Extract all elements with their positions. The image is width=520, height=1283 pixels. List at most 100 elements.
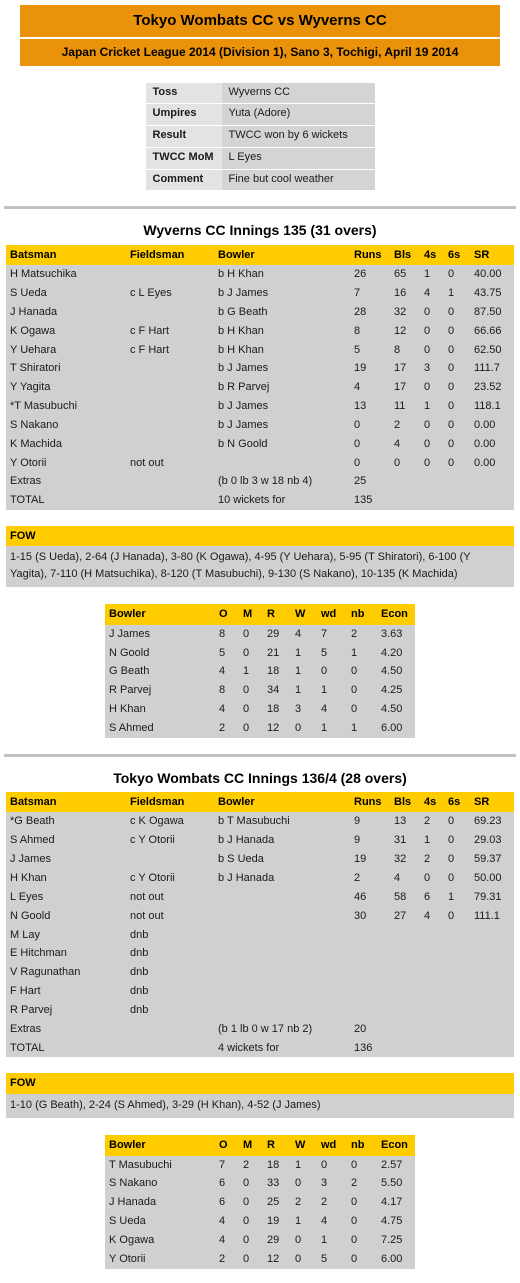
batting-cell-bowler (214, 1001, 350, 1020)
batting-cell-fours (420, 982, 444, 1001)
batting-column-header[interactable]: Runs (350, 244, 390, 266)
batting-column-header[interactable]: 4s (420, 244, 444, 266)
batting-cell-bls (390, 963, 420, 982)
bowling-column-header[interactable]: nb (347, 1135, 377, 1156)
batting-cell-fours: 0 (424, 418, 431, 431)
bowling-column-header[interactable]: nb (347, 604, 377, 625)
table-row: S Ahmed 2 0 12 0 1 1 6.00 (105, 719, 415, 738)
bowling-cell-wd: 4 (321, 703, 328, 716)
bowling-column-header[interactable]: W (291, 604, 317, 625)
batting-cell-fours: 0 (424, 305, 431, 318)
bowling-cell-econ: 4.17 (381, 1196, 403, 1209)
batting-cell-bls: 17 (394, 362, 407, 375)
table-row: J Hanada 6 0 25 2 2 0 4.17 (105, 1193, 415, 1212)
bowling-cell-wd: 1 (321, 1233, 328, 1246)
bowling-cell-bowler: T Masubuchi (109, 1158, 172, 1171)
bowling-column-header[interactable]: O (215, 1135, 239, 1156)
batting-column-header[interactable]: 6s (444, 244, 470, 266)
bowling-cell-nb: 0 (351, 684, 358, 697)
batting-cell-sixes (444, 926, 470, 945)
bowling-column-header[interactable]: wd (317, 1135, 347, 1156)
match-info-row: Toss Wyverns CC (145, 82, 375, 105)
batting-column-header[interactable]: Bowler (214, 792, 350, 813)
bowling-column-header[interactable]: wd (317, 604, 347, 625)
batting-cell-fours: 2 (424, 815, 431, 828)
bowling-section: Bowler O M R Wwd nb Econ J James 8 0 29 4 7 2 3.63 N Go… (0, 604, 520, 738)
table-row: F Hart dnb (6, 982, 514, 1001)
bowling-column-header[interactable]: O (215, 604, 239, 625)
batting-cell-bowler: b T Masubuchi (218, 815, 290, 828)
table-row: Y Otorii 2 0 12 0 5 0 6.00 (105, 1250, 415, 1269)
batting-cell-runs: 28 (354, 305, 367, 318)
batting-cell-sixes: 0 (448, 324, 455, 337)
batting-cell-batsman: N Goold (10, 909, 51, 922)
batting-table: Batsman Fieldsman Bowler Runs Bls 4s 6s SR *G Be… (6, 792, 514, 1058)
batting-cell-batsman: T Shiratori (10, 362, 61, 375)
batting-cell-sixes: 0 (448, 853, 455, 866)
batting-cell-fours: 1 (424, 834, 431, 847)
batting-cell-bowler: 10 wickets for (218, 494, 286, 507)
bowling-cell-nb: 2 (351, 1177, 358, 1190)
bowling-cell-bowler: K Ogawa (109, 1233, 155, 1246)
batting-cell-sr (470, 1020, 514, 1039)
batting-cell-bls (390, 944, 420, 963)
batting-cell-sr: 79.31 (474, 890, 502, 903)
bowling-column-header[interactable]: M (239, 1135, 263, 1156)
batting-column-header[interactable]: Bls (390, 792, 420, 813)
batting-column-header[interactable]: 6s (444, 792, 470, 813)
batting-cell-sixes: 0 (448, 834, 455, 847)
batting-column-header[interactable]: SR (470, 244, 514, 266)
match-info-value: L Eyes (221, 147, 375, 170)
batting-cell-runs: 8 (354, 324, 361, 337)
batting-cell-bls (390, 472, 420, 491)
bowling-column-header[interactable]: R (263, 604, 291, 625)
batting-column-header[interactable]: Batsman (6, 244, 126, 266)
batting-column-header[interactable]: Fieldsman (126, 792, 214, 813)
batting-cell-fours: 0 (424, 324, 431, 337)
batting-column-header[interactable]: Bls (390, 244, 420, 266)
batting-cell-fours (420, 1039, 444, 1058)
bowling-cell-w: 0 (295, 1177, 302, 1190)
batting-cell-batsman: Y Otorii (10, 456, 47, 469)
batting-cell-runs: 7 (354, 286, 361, 299)
batting-cell-fieldsman: c Y Otorii (130, 834, 175, 847)
batting-cell-batsman: K Ogawa (10, 324, 56, 337)
batting-cell-bls: 27 (394, 909, 407, 922)
bowling-column-header[interactable]: M (239, 604, 263, 625)
innings-container: Wyverns CC Innings 135 (31 overs) Batsman… (0, 206, 520, 1269)
bowling-column-header[interactable]: W (291, 1135, 317, 1156)
batting-column-header[interactable]: SR (470, 792, 514, 813)
table-row: J Hanada b G Beath 28 32 0 0 87.50 (6, 303, 514, 322)
match-info-label: Toss (145, 82, 222, 105)
bowling-column-header[interactable]: Econ (377, 604, 415, 625)
batting-cell-fours (420, 963, 444, 982)
table-row: N Goold not out 30 27 4 0 111.1 (6, 907, 514, 926)
bowling-cell-w: 0 (295, 1233, 302, 1246)
bowling-column-header[interactable]: Bowler (105, 1135, 215, 1156)
batting-cell-batsman: S Ueda (10, 286, 47, 299)
batting-column-header[interactable]: Bowler (214, 244, 350, 266)
batting-column-header[interactable]: Runs (350, 792, 390, 813)
batting-header-row: Batsman Fieldsman Bowler Runs Bls 4s 6s SR (6, 792, 514, 813)
bowling-section: Bowler O M R Wwd nb Econ T Masubuchi 7 2 18 1 0 0 2.57… (0, 1135, 520, 1269)
batting-cell-bowler (214, 907, 350, 926)
table-row: G Beath 4 1 18 1 0 0 4.50 (105, 662, 415, 681)
match-info-body: Toss Wyverns CC Umpires Yuta (Adore) Result T… (145, 82, 375, 191)
bowling-column-header[interactable]: Econ (377, 1135, 415, 1156)
batting-column-header[interactable]: 4s (420, 792, 444, 813)
bowling-column-header[interactable]: R (263, 1135, 291, 1156)
batting-cell-bowler (214, 888, 350, 907)
bowling-column-header[interactable]: Bowler (105, 604, 215, 625)
bowling-cell-o: 4 (219, 703, 226, 716)
batting-cell-sr: 62.50 (474, 343, 502, 356)
batting-cell-fieldsman: c Y Otorii (130, 871, 175, 884)
batting-column-header[interactable]: Fieldsman (126, 244, 214, 266)
batting-cell-fours: 0 (424, 381, 431, 394)
table-row: R Parvej dnb (6, 1001, 514, 1020)
batting-column-header[interactable]: Batsman (6, 792, 126, 813)
bowling-cell-w: 1 (295, 665, 302, 678)
match-info-row: Umpires Yuta (Adore) (145, 103, 375, 127)
batting-cell-bowler: b H Khan (218, 268, 264, 281)
batting-cell-batsman: J James (10, 853, 51, 866)
bowling-cell-m: 0 (243, 1252, 250, 1265)
